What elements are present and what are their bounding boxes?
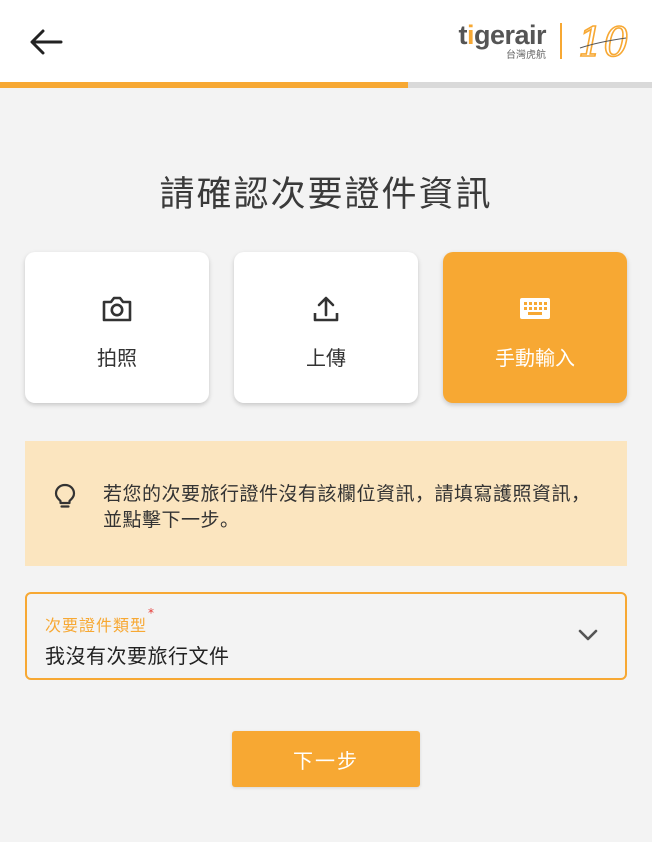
app-header: tigerair 台灣虎航 10: [0, 0, 652, 82]
method-manual-button[interactable]: 手動輸入: [443, 252, 627, 403]
document-type-select[interactable]: 次要證件類型 * 我沒有次要旅行文件: [25, 592, 627, 680]
method-photo-label: 拍照: [97, 346, 137, 370]
notice-text: 若您的次要旅行證件沒有該欄位資訊，請填寫護照資訊，並點擊下一步。: [103, 483, 591, 531]
document-type-value: 我沒有次要旅行文件: [45, 644, 230, 668]
lightbulb-icon: [54, 483, 76, 508]
tigerair-logo: tigerair 台灣虎航 10: [458, 16, 630, 66]
page-title: 請確認次要證件資訊: [159, 175, 493, 215]
next-step-button[interactable]: 下一步: [232, 731, 420, 787]
logo-accent-letter: i: [466, 19, 475, 50]
logo-wordmark: tigerair 台灣虎航: [458, 21, 546, 62]
upload-icon: [309, 292, 343, 326]
logo-subtitle: 台灣虎航: [506, 49, 546, 61]
required-mark: *: [148, 606, 156, 620]
method-photo-button[interactable]: 拍照: [25, 252, 209, 403]
keyboard-icon: [518, 292, 552, 326]
document-type-label: 次要證件類型 *: [45, 606, 156, 635]
chevron-down-icon: [578, 629, 598, 641]
capture-method-group: 拍照 上傳 手動輸入: [25, 252, 627, 403]
progress-bar: [0, 82, 652, 88]
progress-bar-fill: [0, 82, 408, 88]
method-upload-label: 上傳: [306, 346, 346, 370]
info-notice: 若您的次要旅行證件沒有該欄位資訊，請填寫護照資訊，並點擊下一步。: [25, 441, 627, 566]
anniversary-10-logo: 10: [577, 19, 630, 64]
camera-icon: [100, 292, 134, 326]
method-manual-label: 手動輸入: [495, 346, 575, 370]
logo-name: tigerair: [458, 19, 546, 50]
arrow-left-icon: [30, 29, 63, 55]
logo-divider: [560, 23, 562, 59]
method-upload-button[interactable]: 上傳: [234, 252, 418, 403]
back-button[interactable]: [26, 24, 66, 60]
